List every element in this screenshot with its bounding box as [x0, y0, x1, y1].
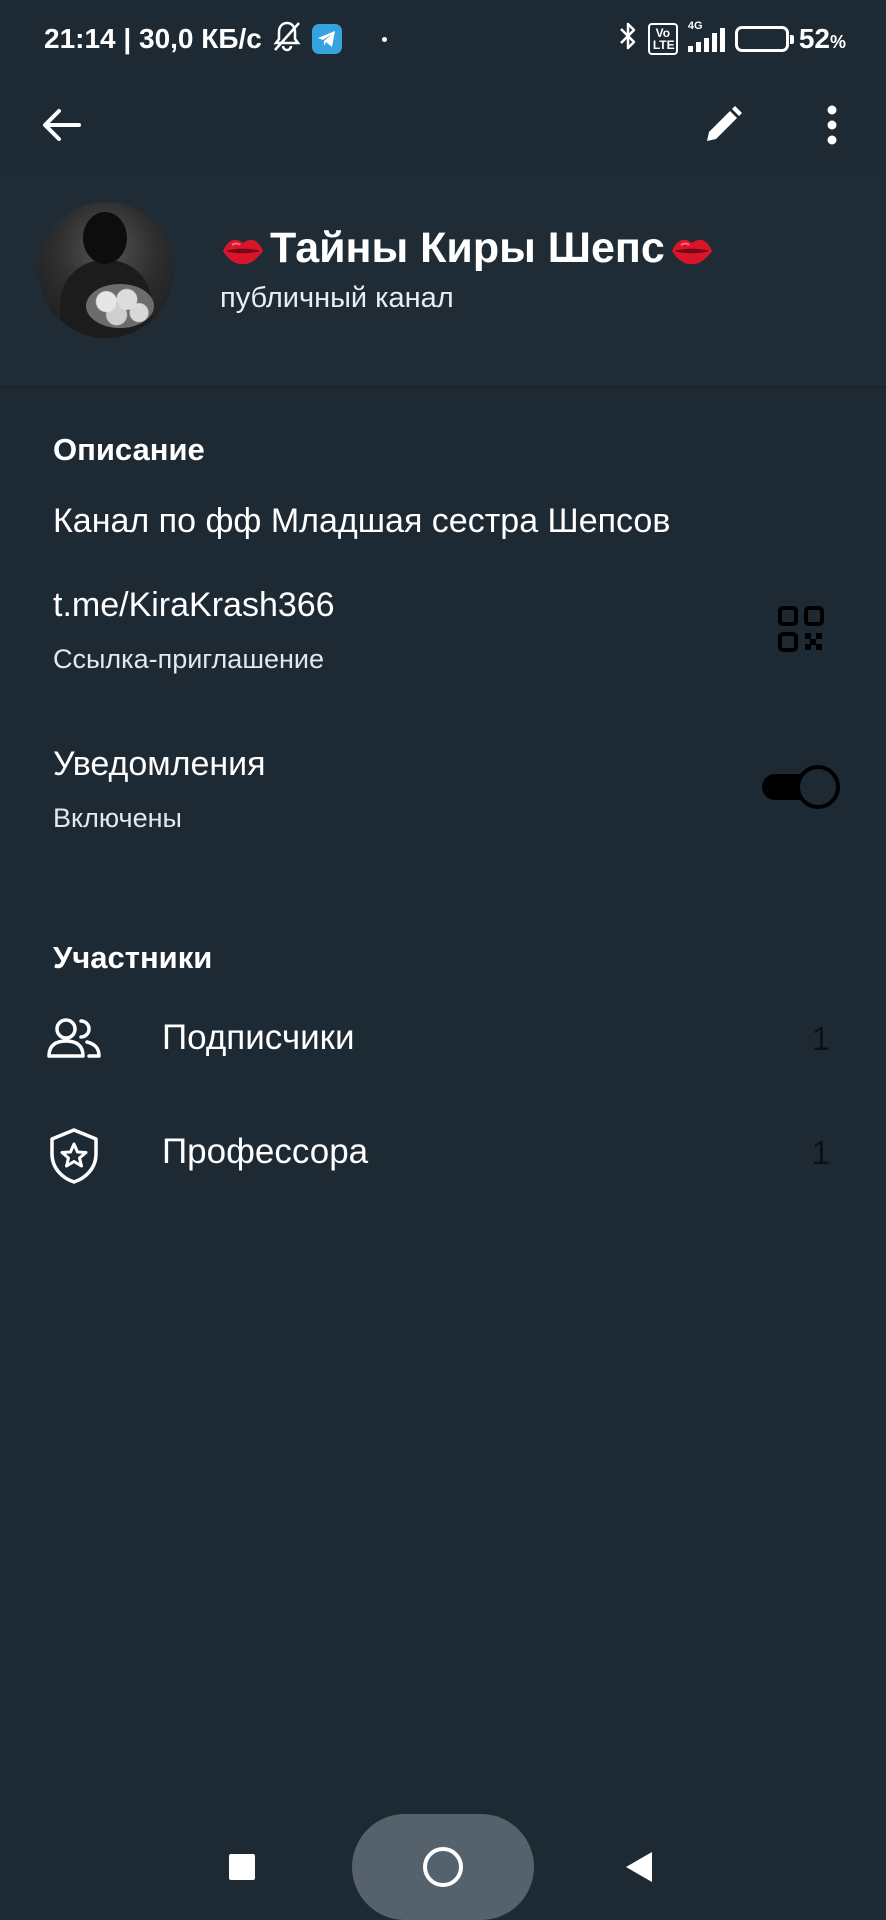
invite-link[interactable]: t.me/KiraKrash366 [53, 586, 335, 625]
status-bar: 21:14 | 30,0 КБ/с Vo LTE 4G 52% [0, 0, 886, 78]
more-options-button[interactable] [797, 90, 867, 160]
channel-title-text: Тайны Киры Шепс [270, 224, 665, 272]
battery-icon [734, 26, 794, 52]
channel-subtitle: публичный канал [220, 282, 454, 314]
telegram-icon [311, 24, 342, 54]
admins-count: 1 [811, 1134, 830, 1171]
volte-icon: Vo LTE [647, 23, 678, 55]
subscribers-count: 1 [811, 1020, 830, 1057]
back-arrow-icon [43, 109, 81, 141]
description-title: Описание [53, 432, 205, 467]
description-text: Канал по фф Младшая сестра Шепсов [53, 502, 671, 540]
channel-avatar[interactable] [38, 202, 174, 338]
toggle-knob [796, 765, 840, 809]
status-left: 21:14 | 30,0 КБ/с [44, 20, 387, 59]
battery-percent: 52% [798, 23, 846, 54]
top-app-bar [0, 80, 886, 170]
bluetooth-icon [618, 21, 638, 58]
home-circle-icon [423, 1847, 463, 1887]
admins-row[interactable]: Профессора 1 [0, 1104, 886, 1204]
bell-off-icon [272, 20, 302, 59]
channel-title: Тайны Киры Шепс [220, 224, 715, 273]
channel-info-screen: 21:14 | 30,0 КБ/с Vo LTE 4G 52% Тайны Ки… [0, 0, 886, 1920]
subscribers-label: Подписчики [162, 1018, 355, 1057]
notification-dot [381, 36, 387, 42]
back-button[interactable] [26, 90, 96, 160]
qr-code-button[interactable] [778, 606, 828, 656]
status-right: Vo LTE 4G 52% [618, 20, 846, 58]
admins-label: Профессора [162, 1132, 369, 1171]
status-time-speed: 21:14 | 30,0 КБ/с [44, 23, 262, 54]
subscribers-row[interactable]: Подписчики 1 [0, 990, 886, 1090]
notifications-label: Уведомления [53, 745, 266, 783]
notifications-toggle[interactable] [760, 765, 840, 809]
network-type: 4G [687, 20, 703, 32]
home-button[interactable] [352, 1814, 534, 1920]
signal-icon: 4G [687, 20, 725, 52]
shield-star-icon [44, 1126, 104, 1184]
more-vertical-icon [827, 105, 837, 145]
people-icon [44, 1012, 104, 1068]
kiss-lips-icon [223, 239, 263, 264]
notifications-state: Включены [53, 803, 182, 833]
nav-back-button[interactable] [626, 1852, 652, 1882]
invite-link-caption: Ссылка-приглашение [53, 644, 325, 674]
recent-apps-button[interactable] [229, 1854, 255, 1880]
system-navigation-bar [0, 1812, 886, 1920]
qr-code-icon [778, 606, 824, 652]
channel-profile-header: Тайны Киры Шепс публичный канал [0, 170, 886, 388]
edit-pencil-icon [707, 106, 742, 141]
members-title: Участники [53, 940, 213, 975]
kiss-lips-icon [671, 239, 712, 264]
edit-button[interactable] [688, 90, 758, 160]
